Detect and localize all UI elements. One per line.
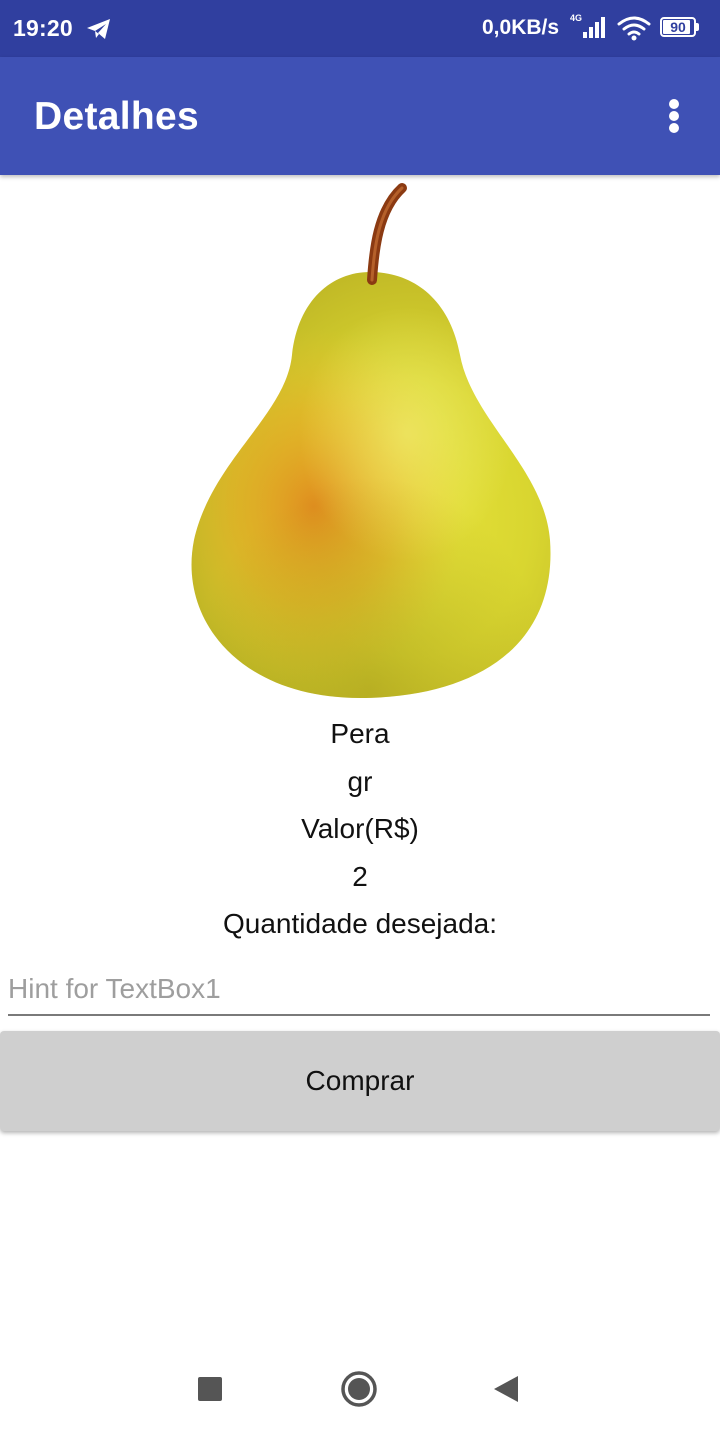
status-bar: 19:20 0,0KB/s 4G 90 (0, 0, 720, 57)
more-vert-icon-dot (669, 111, 679, 121)
telegram-icon (87, 19, 110, 39)
price-label: Valor(R$) (301, 813, 419, 844)
details-screen: 19:20 0,0KB/s 4G 90 Detalhes Pera gr Val… (0, 0, 720, 1440)
battery-icon: 90 (660, 17, 700, 39)
more-options-button[interactable] (650, 87, 698, 145)
network-type-label: 4G (570, 13, 582, 23)
net-speed: 0,0KB/s (482, 16, 560, 39)
wifi-icon (617, 16, 651, 41)
more-vert-icon (669, 99, 679, 109)
product-name: Pera (330, 718, 390, 749)
battery-text: 90 (670, 19, 686, 35)
status-time: 19:20 (13, 15, 73, 41)
app-bar: Detalhes (0, 57, 720, 175)
pear-image (191, 183, 551, 698)
quantity-input[interactable] (8, 964, 710, 1016)
buy-button[interactable]: Comprar (0, 1031, 720, 1131)
battery-tip (696, 23, 699, 31)
home-icon[interactable] (340, 1370, 378, 1408)
page-title: Detalhes (34, 95, 199, 138)
signal-icon: 4G (570, 13, 605, 38)
price-value: 2 (352, 861, 368, 892)
recents-icon[interactable] (198, 1377, 222, 1401)
more-vert-icon-dot (669, 123, 679, 133)
quantity-label: Quantidade desejada: (223, 908, 497, 939)
back-icon[interactable] (492, 1374, 520, 1404)
product-unit: gr (347, 766, 373, 797)
